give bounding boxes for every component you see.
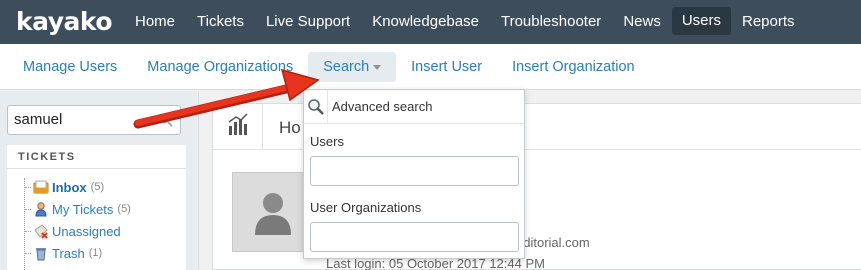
subnav-insert-user[interactable]: Insert User bbox=[396, 52, 497, 82]
unassigned-icon bbox=[34, 224, 48, 239]
main-menu: Home Tickets Live Support Knowledgebase … bbox=[124, 0, 806, 44]
my-tickets-label: My Tickets bbox=[52, 201, 114, 217]
user-icon bbox=[35, 202, 47, 217]
tickets-panel-title: TICKETS bbox=[7, 145, 186, 169]
inbox-label: Inbox bbox=[52, 179, 87, 195]
my-tickets-count: (5) bbox=[117, 203, 131, 215]
advanced-search-label: Advanced search bbox=[332, 99, 433, 114]
users-search-input[interactable] bbox=[310, 156, 519, 186]
kayako-logo[interactable]: kayako bbox=[16, 7, 113, 36]
tree-item-inbox[interactable]: Inbox (5) bbox=[25, 178, 104, 196]
subnav-search-label: Search bbox=[323, 59, 370, 75]
tree-item-trash[interactable]: Trash (1) bbox=[25, 244, 102, 262]
nav-reports[interactable]: Reports bbox=[731, 0, 806, 44]
caret-down-icon bbox=[373, 64, 382, 70]
nav-news[interactable]: News bbox=[612, 0, 672, 44]
quick-search-box bbox=[7, 105, 181, 135]
nav-troubleshooter[interactable]: Troubleshooter bbox=[490, 0, 612, 44]
organizations-search-label: User Organizations bbox=[310, 200, 422, 215]
sidebar-divider bbox=[198, 91, 199, 270]
dashboard-chart-button[interactable] bbox=[213, 104, 263, 150]
nav-knowledgebase[interactable]: Knowledgebase bbox=[361, 0, 490, 44]
avatar-placeholder-icon bbox=[255, 193, 291, 235]
quick-search-input[interactable] bbox=[14, 111, 154, 128]
subnav-insert-organization[interactable]: Insert Organization bbox=[497, 52, 650, 82]
chart-icon bbox=[228, 113, 248, 135]
sub-navigation-bar: Manage Users Manage Organizations Search… bbox=[0, 44, 861, 90]
tickets-panel: TICKETS Inbox (5) My Tickets (5) Unassig… bbox=[7, 145, 186, 270]
trash-icon bbox=[36, 248, 46, 261]
nav-live-support[interactable]: Live Support bbox=[255, 0, 361, 44]
inbox-count: (5) bbox=[90, 181, 105, 193]
search-dropdown-menu: Advanced search Users User Organizations bbox=[303, 89, 525, 259]
trash-count: (1) bbox=[88, 247, 103, 259]
subnav-manage-users[interactable]: Manage Users bbox=[8, 52, 132, 82]
nav-tickets[interactable]: Tickets bbox=[186, 0, 255, 44]
page-title: Ho bbox=[279, 118, 301, 137]
tree-item-unassigned[interactable]: Unassigned bbox=[25, 222, 125, 240]
top-navigation-bar: kayako Home Tickets Live Support Knowled… bbox=[0, 0, 861, 44]
subnav-manage-organizations[interactable]: Manage Organizations bbox=[132, 52, 308, 82]
nav-home[interactable]: Home bbox=[124, 0, 186, 44]
users-submenu: Manage Users Manage Organizations Search… bbox=[8, 44, 650, 90]
nav-users[interactable]: Users bbox=[671, 7, 731, 35]
sidebar: TICKETS Inbox (5) My Tickets (5) bbox=[0, 91, 197, 270]
user-avatar bbox=[232, 172, 312, 252]
trash-label: Trash bbox=[52, 245, 85, 261]
menu-icon-separator bbox=[327, 90, 328, 124]
tree-item-my-tickets[interactable]: My Tickets (5) bbox=[25, 200, 131, 218]
unassigned-label: Unassigned bbox=[52, 223, 121, 239]
subnav-search-dropdown[interactable]: Search bbox=[308, 52, 397, 82]
user-email[interactable]: editorial.com bbox=[516, 235, 590, 250]
users-search-label: Users bbox=[310, 134, 344, 149]
search-icon[interactable] bbox=[159, 113, 173, 127]
inbox-icon bbox=[33, 180, 49, 194]
organizations-search-input[interactable] bbox=[310, 222, 519, 252]
advanced-search-item[interactable]: Advanced search bbox=[304, 90, 524, 124]
magnifier-icon bbox=[308, 99, 324, 115]
